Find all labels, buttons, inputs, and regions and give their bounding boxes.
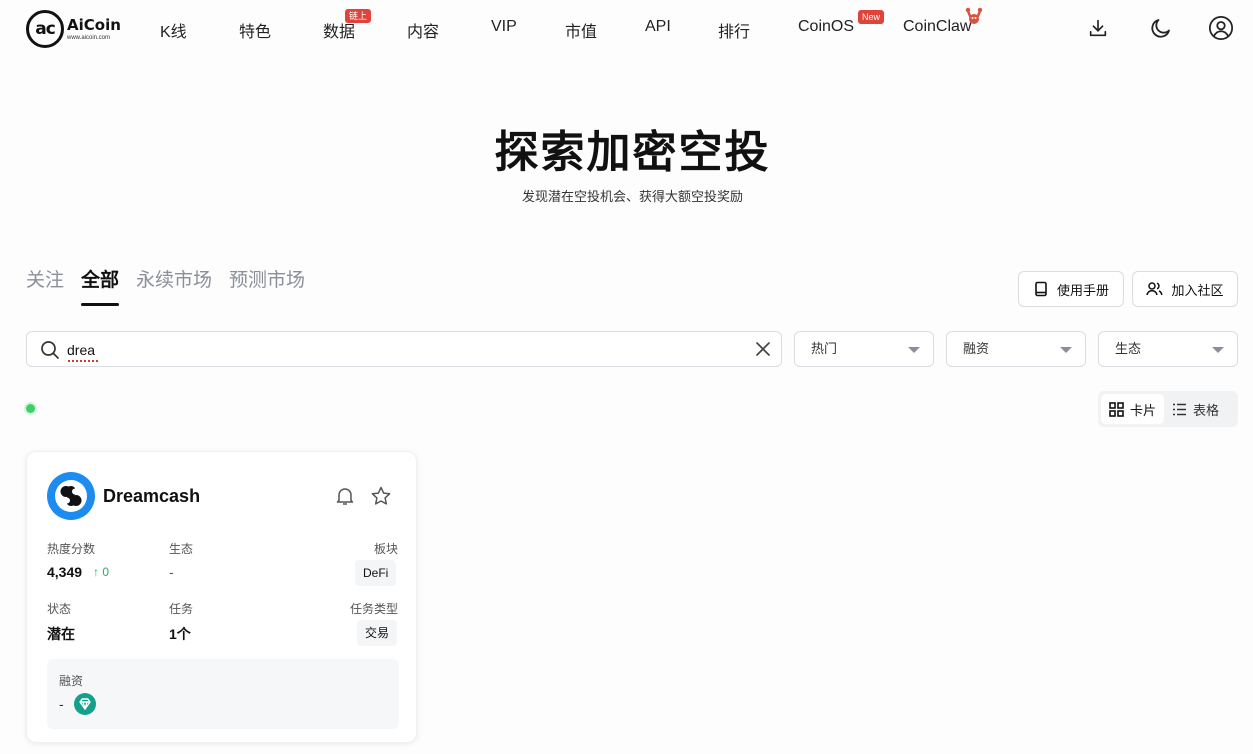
aicoin-logo-mark: ac <box>26 10 64 48</box>
tab-perpetual-market[interactable]: 永续市场 <box>136 266 212 306</box>
dreamcash-logo-icon <box>55 480 87 512</box>
nav-coinos[interactable]: CoinOS New <box>798 10 885 36</box>
users-icon <box>1146 282 1164 296</box>
project-name: Dreamcash <box>103 486 201 506</box>
airdrop-card[interactable]: Dreamcash 热度分数 4,349 ↑ 0 生态 - 板块 DeFi 状态… <box>26 451 417 743</box>
task-label: 任务 <box>169 602 194 616</box>
sector-chip: DeFi <box>355 560 397 586</box>
join-community-button[interactable]: 加入社区 <box>1132 271 1238 307</box>
user-manual-button[interactable]: 使用手册 <box>1018 271 1124 307</box>
book-icon <box>1035 281 1047 297</box>
logo-url: www.aicoin.com <box>67 34 111 41</box>
ecosystem-label: 生态 <box>169 542 194 556</box>
chevron-down-icon <box>908 347 920 353</box>
nav-market-cap[interactable]: 市值 <box>565 18 597 42</box>
nav-coinclaw[interactable]: CoinClaw <box>903 7 983 36</box>
nav-content[interactable]: 内容 <box>407 18 439 42</box>
ecosystem-filter-value: 生态 <box>1115 341 1142 356</box>
nav-data[interactable]: 数据 链上 <box>323 9 372 42</box>
star-icon[interactable] <box>370 485 392 507</box>
aicoin-logo[interactable]: ac AiCoin www.aicoin.com <box>26 10 126 48</box>
close-icon[interactable] <box>755 341 771 357</box>
download-icon[interactable] <box>1085 15 1111 41</box>
view-toggle: 卡片 表格 <box>1098 391 1238 427</box>
spellcheck-underline <box>68 359 98 362</box>
task-type-chip: 交易 <box>357 620 398 646</box>
task-type-label: 任务类型 <box>350 602 399 616</box>
onchain-badge: 链上 <box>345 9 372 23</box>
heat-score-value: 4,349 <box>47 564 83 580</box>
nav-ranking[interactable]: 排行 <box>718 18 750 42</box>
ecosystem-value: - <box>169 564 174 580</box>
funding-filter-select[interactable]: 融资 <box>946 331 1086 367</box>
nav-vip[interactable]: VIP <box>491 18 517 36</box>
top-nav: ac AiCoin www.aicoin.com K线 特色 数据 链上 内容 … <box>0 0 1253 58</box>
funding-filter-value: 融资 <box>963 341 990 356</box>
user-icon[interactable] <box>1208 15 1234 41</box>
bell-icon[interactable] <box>334 485 356 507</box>
nav-coinos-label: CoinOS <box>798 18 855 35</box>
status-value: 潜在 <box>47 626 75 642</box>
heat-score-label: 热度分数 <box>47 542 96 556</box>
join-community-label: 加入社区 <box>1171 282 1224 298</box>
nav-data-label: 数据 <box>323 24 356 41</box>
tab-following[interactable]: 关注 <box>26 266 64 306</box>
project-logo <box>47 472 95 520</box>
nav-coinclaw-label: CoinClaw <box>903 18 972 35</box>
ecosystem-filter-select[interactable]: 生态 <box>1098 331 1238 367</box>
heat-score-change: ↑ 0 <box>93 565 110 579</box>
new-badge: New <box>858 10 885 24</box>
nav-kline[interactable]: K线 <box>160 18 187 42</box>
page-title: 探索加密空投 <box>494 127 771 178</box>
page-subtitle: 发现潜在空投机会、获得大额空投奖励 <box>521 189 743 204</box>
card-view-label: 卡片 <box>1130 402 1157 418</box>
chevron-down-icon <box>1212 347 1224 353</box>
funding-panel: 融资 - <box>47 659 399 729</box>
search-box[interactable] <box>26 331 782 367</box>
nav-api[interactable]: API <box>645 18 671 36</box>
funding-label: 融资 <box>59 674 84 688</box>
hot-filter-select[interactable]: 热门 <box>794 331 934 367</box>
logo-name: AiCoin <box>67 15 121 34</box>
crab-icon <box>966 7 983 24</box>
task-count-value: 1个 <box>169 626 191 642</box>
card-view-button[interactable]: 卡片 <box>1101 394 1165 424</box>
tab-prediction-market[interactable]: 预测市场 <box>229 266 305 306</box>
status-label: 状态 <box>47 602 72 616</box>
nav-featured[interactable]: 特色 <box>239 18 271 42</box>
category-tabs: 关注 全部 永续市场 预测市场 <box>26 266 322 308</box>
page: ac AiCoin www.aicoin.com K线 特色 数据 链上 内容 … <box>0 0 1253 754</box>
table-view-label: 表格 <box>1193 402 1220 418</box>
user-manual-label: 使用手册 <box>1056 282 1109 298</box>
list-icon <box>1173 403 1187 415</box>
sector-label: 板块 <box>374 542 399 556</box>
live-status-dot <box>26 404 35 413</box>
grid-icon <box>1109 401 1124 417</box>
moon-icon[interactable] <box>1148 15 1174 41</box>
tab-all[interactable]: 全部 <box>81 266 120 306</box>
hot-filter-value: 热门 <box>811 341 838 356</box>
chevron-down-icon <box>1060 347 1072 353</box>
search-icon <box>41 341 59 359</box>
diamond-icon <box>74 693 96 715</box>
table-view-button[interactable]: 表格 <box>1164 394 1227 424</box>
search-input[interactable] <box>67 339 747 361</box>
funding-value: - <box>59 696 64 712</box>
